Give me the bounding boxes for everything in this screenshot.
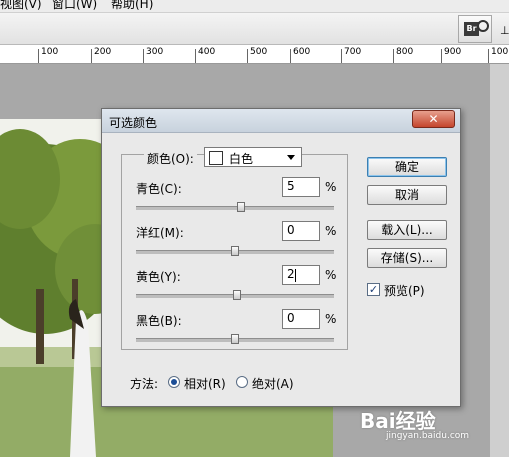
cancel-button[interactable]: 取消	[367, 185, 447, 205]
magenta-slider-thumb[interactable]	[231, 246, 239, 256]
ruler-label: 400	[198, 47, 216, 57]
ruler-label: 100	[491, 47, 509, 57]
vertical-scrollbar[interactable]	[490, 64, 509, 457]
options-bar: Br ⊥	[0, 13, 509, 45]
ruler-label: 700	[344, 47, 362, 57]
cyan-slider-thumb[interactable]	[237, 202, 245, 212]
magenta-percent: %	[325, 224, 337, 238]
ruler-label: 500	[250, 47, 268, 57]
color-dropdown[interactable]: 白色	[204, 147, 302, 167]
yellow-input[interactable]: 2	[282, 265, 320, 285]
ok-button[interactable]: 确定	[367, 157, 447, 177]
cyan-percent: %	[325, 180, 337, 194]
options-overflow-glyph[interactable]: ⊥	[500, 24, 509, 37]
selective-color-dialog: 可选颜色 ✕ 颜色(O): 白色 青色(C): 5 % 洋红(M): 0 % 黄…	[101, 108, 461, 407]
cyan-slider-track[interactable]	[136, 202, 334, 212]
method-label: 方法:	[130, 377, 159, 391]
black-percent: %	[325, 312, 337, 326]
bridge-button[interactable]: Br	[458, 15, 492, 43]
close-icon: ✕	[428, 112, 439, 126]
color-dropdown-value: 白色	[229, 152, 254, 166]
dialog-titlebar[interactable]: 可选颜色 ✕	[102, 109, 460, 133]
menu-view[interactable]: 视图(V)	[0, 0, 42, 12]
close-button[interactable]: ✕	[412, 110, 455, 128]
preview-checkbox[interactable]: ✓	[367, 283, 380, 296]
chevron-down-icon	[287, 155, 295, 160]
menu-help[interactable]: 帮助(H)	[111, 0, 153, 12]
cyan-input[interactable]: 5	[282, 177, 320, 197]
ruler-label: 800	[396, 47, 414, 57]
magnifier-icon	[477, 20, 489, 32]
yellow-slider-thumb[interactable]	[233, 290, 241, 300]
black-input[interactable]: 0	[282, 309, 320, 329]
save-button[interactable]: 存储(S)...	[367, 248, 447, 268]
ruler-label: 200	[94, 47, 112, 57]
dialog-title: 可选颜色	[109, 116, 158, 130]
color-swatch	[209, 151, 223, 165]
menu-bar: 视图(V) 窗口(W) 帮助(H)	[0, 0, 509, 13]
absolute-radio-label: 绝对(A)	[252, 377, 294, 391]
watermark-url: jingyan.baidu.com	[386, 431, 470, 441]
yellow-slider-track[interactable]	[136, 290, 334, 300]
yellow-label: 黄色(Y):	[136, 270, 181, 284]
relative-radio[interactable]	[168, 376, 180, 388]
ruler-label: 100	[41, 47, 59, 57]
black-slider-track[interactable]	[136, 334, 334, 344]
yellow-percent: %	[325, 268, 337, 282]
ruler-label: 600	[293, 47, 311, 57]
black-slider-thumb[interactable]	[231, 334, 239, 344]
watermark-logo: Bai经验	[360, 409, 436, 433]
magenta-label: 洋红(M):	[136, 226, 184, 240]
magenta-input[interactable]: 0	[282, 221, 320, 241]
horizontal-ruler: 100 200 300 400 500 600 700 800 900 100	[0, 45, 509, 64]
cyan-label: 青色(C):	[136, 182, 182, 196]
black-label: 黑色(B):	[136, 314, 182, 328]
absolute-radio[interactable]	[236, 376, 248, 388]
magenta-slider-track[interactable]	[136, 246, 334, 256]
relative-radio-label: 相对(R)	[184, 377, 226, 391]
ruler-label: 300	[146, 47, 164, 57]
color-label: 颜色(O):	[144, 150, 197, 167]
ruler-label: 900	[444, 47, 462, 57]
preview-label: 预览(P)	[384, 284, 425, 298]
menu-window[interactable]: 窗口(W)	[52, 0, 97, 12]
load-button[interactable]: 载入(L)...	[367, 220, 447, 240]
